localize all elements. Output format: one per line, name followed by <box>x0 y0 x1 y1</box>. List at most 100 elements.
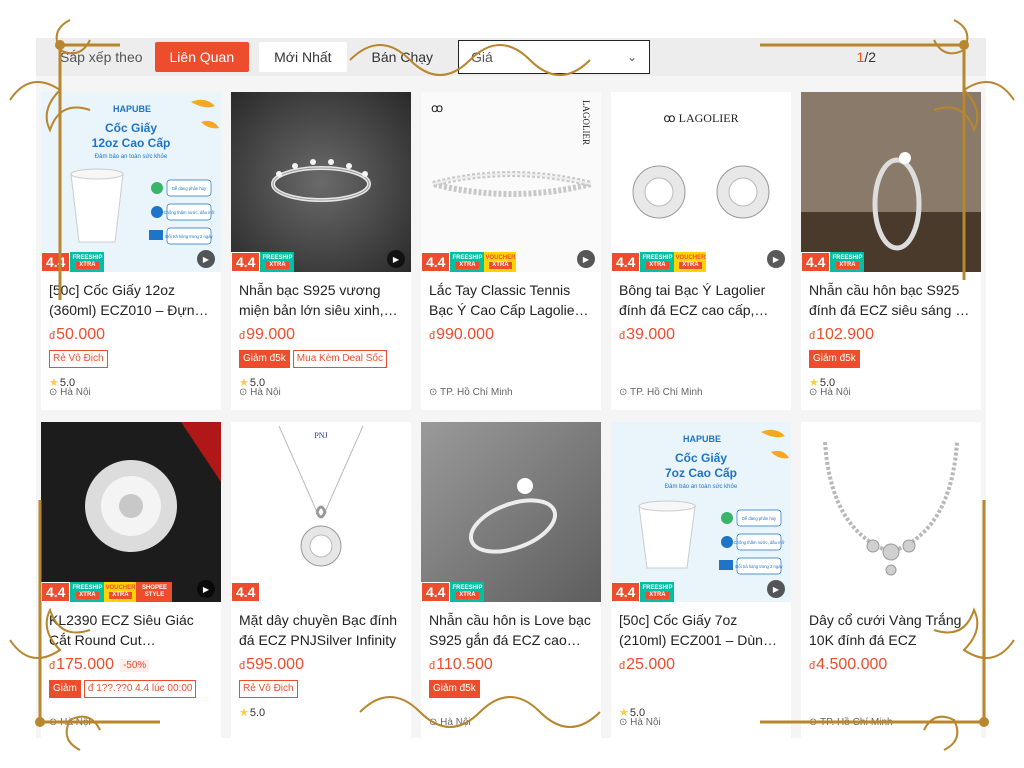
voucher-badge: VOUCHER XTRA <box>674 252 707 272</box>
product-card[interactable]: PNJ 4.4 Mặt dây chuyền Bạc đính đá ECZ P… <box>231 422 411 740</box>
discount-badge: -50% <box>119 658 150 672</box>
currency-symbol: đ <box>49 660 56 672</box>
cup-feature-3: Đổi trả hàng trong 2 ngày <box>735 564 783 569</box>
promo-badges: 4.4 FREESHIP XTRA <box>611 582 675 602</box>
rating: ★5.0 <box>239 706 403 720</box>
freeship-top: FREESHIP <box>452 585 483 591</box>
voucher-badge: VOUCHER XTRA <box>484 252 517 272</box>
location-text: Hà Nội <box>820 387 851 398</box>
location-text: Hà Nội <box>440 717 471 728</box>
product-image: 4.4 FREESHIP XTRA <box>801 92 981 272</box>
freeship-top: FREESHIP <box>72 585 103 591</box>
price-sort-select[interactable]: Giá ⌄ <box>458 40 651 74</box>
product-card[interactable]: 4.4 FREESHIP XTRA Nhẫn cầu hôn is Love bạ… <box>421 422 601 740</box>
location-text: TP. Hồ Chí Minh <box>629 387 703 398</box>
product-image: PNJ 4.4 <box>231 422 411 602</box>
product-card[interactable]: ꝏ LAGOLIER 4.4 FREESHIP XTRA VOUCHER XTRA … <box>421 92 601 410</box>
freeship-top: FREESHIP <box>72 255 103 261</box>
product-image: 4.4 FREESHIP XTRA <box>421 422 601 602</box>
freeship-bottom: XTRA <box>456 592 479 599</box>
sort-newest-button[interactable]: Mới Nhất <box>259 42 347 72</box>
product-title: Dây cổ cưới Vàng Trắng 10K đính đá ECZ <box>809 612 962 648</box>
promo-tag: Rẻ Vô Địch <box>239 680 298 698</box>
price-value: 110.500 <box>436 656 493 673</box>
promo-badges: 4.4 FREESHIP XTRA VOUCHER XTRA <box>421 252 517 272</box>
product-title: [50c] Cốc Giấy 12oz (360ml) ECZ010 – Đựn… <box>49 282 203 318</box>
voucher-badge: VOUCHER XTRA <box>104 582 137 602</box>
promo-tag: đ 1??.??0 4.4 lúc 00:00 <box>83 680 197 698</box>
cup-brand-text: HAPUBE <box>683 434 721 444</box>
promo-tag: Mua Kèm Deal Sốc <box>292 350 387 368</box>
location: ⊙ TP. Hồ Chí Minh <box>619 387 703 398</box>
location: ⊙ Hà Nội <box>429 717 471 728</box>
sort-relevance-button[interactable]: Liên Quan <box>154 42 250 72</box>
sale-44-badge: 4.4 <box>421 252 451 272</box>
product-card[interactable]: Dây cổ cưới Vàng Trắng 10K đính đá ECZ đ… <box>801 422 981 740</box>
price-value: 25.000 <box>626 656 676 673</box>
promo-badges: 4.4 FREESHIP XTRA <box>421 582 485 602</box>
sale-44-badge: 4.4 <box>801 252 831 272</box>
location-text: Hà Nội <box>60 387 91 398</box>
product-price: đ102.900 <box>809 326 874 344</box>
freeship-badge: FREESHIP XTRA <box>640 582 675 602</box>
price-value: 990.000 <box>436 326 494 343</box>
price-sort-label: Giá <box>471 49 493 65</box>
sale-44-badge: 4.4 <box>421 582 451 602</box>
price-value: 595.000 <box>246 656 304 673</box>
promo-badges: 4.4 FREESHIP XTRA <box>801 252 865 272</box>
shopee-top: SHOPEE <box>141 585 167 591</box>
play-icon[interactable]: ▶ <box>387 250 405 268</box>
freeship-top: FREESHIP <box>452 255 483 261</box>
location: ⊙ Hà Nội <box>619 717 661 728</box>
product-card[interactable]: 4.4 FREESHIP XTRA Nhẫn cầu hôn bạc S925 đ… <box>801 92 981 410</box>
play-icon[interactable]: ▶ <box>767 250 785 268</box>
product-card[interactable]: HAPUBE Cốc Giấy 7oz Cao Cấp Đảm bảo an t… <box>611 422 791 740</box>
product-card[interactable]: 4.4 FREESHIP XTRA ▶ Nhẫn bạc S925 vương m… <box>231 92 411 410</box>
cup-heading-line1: Cốc Giấy <box>105 121 157 135</box>
promo-badges: 4.4 FREESHIP XTRA <box>41 252 105 272</box>
voucher-top: VOUCHER <box>675 255 706 261</box>
sale-44-badge: 4.4 <box>41 582 71 602</box>
play-icon[interactable]: ▶ <box>767 580 785 598</box>
cup-ad-image: HAPUBE Cốc Giấy 7oz Cao Cấp Đảm bảo an t… <box>611 422 791 602</box>
play-icon[interactable]: ▶ <box>197 250 215 268</box>
crown-ring-image <box>231 92 411 272</box>
product-card[interactable]: HAPUBE Cốc Giấy 12oz Cao Cấp Đảm bảo an … <box>41 92 221 410</box>
lagolier-logo-icon: ꝏ <box>663 111 678 125</box>
shopee-bottom: STYLE <box>144 592 165 598</box>
freeship-bottom: XTRA <box>266 262 289 269</box>
freeship-top: FREESHIP <box>832 255 863 261</box>
product-price: đ175.000 <box>49 656 114 674</box>
product-title: Nhẫn cầu hôn bạc S925 đính đá ECZ siêu s… <box>809 282 960 318</box>
product-image: HAPUBE Cốc Giấy 7oz Cao Cấp Đảm bảo an t… <box>611 422 791 602</box>
location-text: TP. Hồ Chí Minh <box>439 387 513 398</box>
sale-44-badge: 4.4 <box>611 252 641 272</box>
sort-bar: Sắp xếp theo Liên Quan Mới Nhất Bán Chạy… <box>36 38 986 76</box>
sort-label: Sắp xếp theo <box>60 49 143 65</box>
currency-symbol: đ <box>239 330 246 342</box>
voucher-bottom: XTRA <box>679 262 702 269</box>
play-icon[interactable]: ▶ <box>197 580 215 598</box>
product-card[interactable]: ꝏ LAGOLIER 4.4 FREESHIP XTRA VOUCHER XTRA … <box>611 92 791 410</box>
sort-bestseller-button[interactable]: Bán Chạy <box>357 42 448 72</box>
cup-heading-line2: 7oz Cao Cấp <box>665 466 737 480</box>
product-image: HAPUBE Cốc Giấy 12oz Cao Cấp Đảm bảo an … <box>41 92 221 272</box>
voucher-bottom: XTRA <box>109 592 132 599</box>
freeship-badge: FREESHIP XTRA <box>70 252 105 272</box>
sale-44-badge: 4.4 <box>231 252 261 272</box>
play-icon[interactable]: ▶ <box>577 250 595 268</box>
promo-tag: Rẻ Vô Địch <box>49 350 108 368</box>
currency-symbol: đ <box>619 330 626 342</box>
loose-stone-image <box>41 422 221 602</box>
freeship-badge: FREESHIP XTRA <box>260 252 295 272</box>
freeship-bottom: XTRA <box>76 592 99 599</box>
promo-tag: Giảm <box>49 680 81 698</box>
cup-feature-1: Dễ dàng phân hủy <box>172 186 207 191</box>
mini-pagination: 1/2 <box>857 49 876 65</box>
proposal-ring-image <box>801 92 981 272</box>
cup-heading-line1: Cốc Giấy <box>675 451 727 465</box>
bracelet-image: ꝏ LAGOLIER <box>421 92 601 272</box>
product-price: đ99.000 <box>239 326 295 344</box>
product-card[interactable]: 4.4 FREESHIP XTRA VOUCHER XTRA SHOPEE STYLE… <box>41 422 221 740</box>
product-title: [50c] Cốc Giấy 7oz (210ml) ECZ001 – Dùng… <box>619 612 771 648</box>
